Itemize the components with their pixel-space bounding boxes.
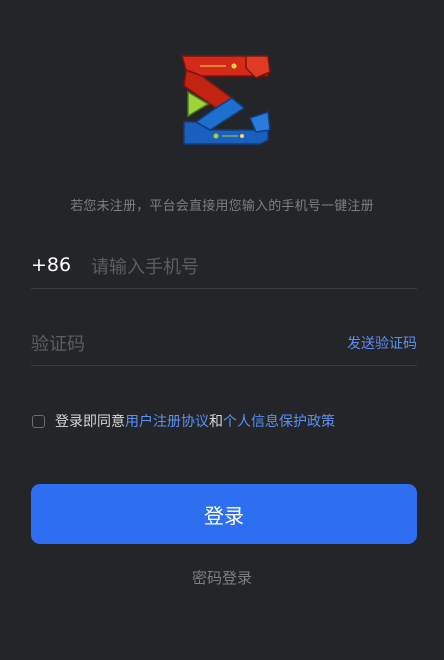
- phone-input[interactable]: [91, 248, 411, 286]
- password-login-row: 密码登录: [0, 567, 444, 588]
- sigma-logo-icon: [181, 55, 271, 145]
- privacy-policy-link[interactable]: 个人信息保护政策: [223, 411, 335, 431]
- verification-code-input[interactable]: [31, 325, 321, 363]
- country-code[interactable]: +86: [31, 254, 71, 276]
- user-agreement-link[interactable]: 用户注册协议: [125, 411, 209, 431]
- password-login-link[interactable]: 密码登录: [192, 569, 252, 587]
- login-button[interactable]: 登录: [31, 484, 417, 544]
- app-logo: [176, 50, 272, 148]
- phone-field-row: +86: [31, 248, 417, 289]
- register-hint: 若您未注册，平台会直接用您输入的手机号一键注册: [70, 199, 374, 214]
- agreement-row: 登录即同意 用户注册协议和个人信息保护政策: [32, 410, 335, 432]
- agreement-prefix: 登录即同意: [55, 414, 125, 430]
- agreement-conjunction: 和: [209, 414, 223, 430]
- code-field-row: 发送验证码: [31, 325, 417, 366]
- send-code-button[interactable]: 发送验证码: [347, 333, 417, 353]
- agreement-checkbox[interactable]: [32, 414, 45, 428]
